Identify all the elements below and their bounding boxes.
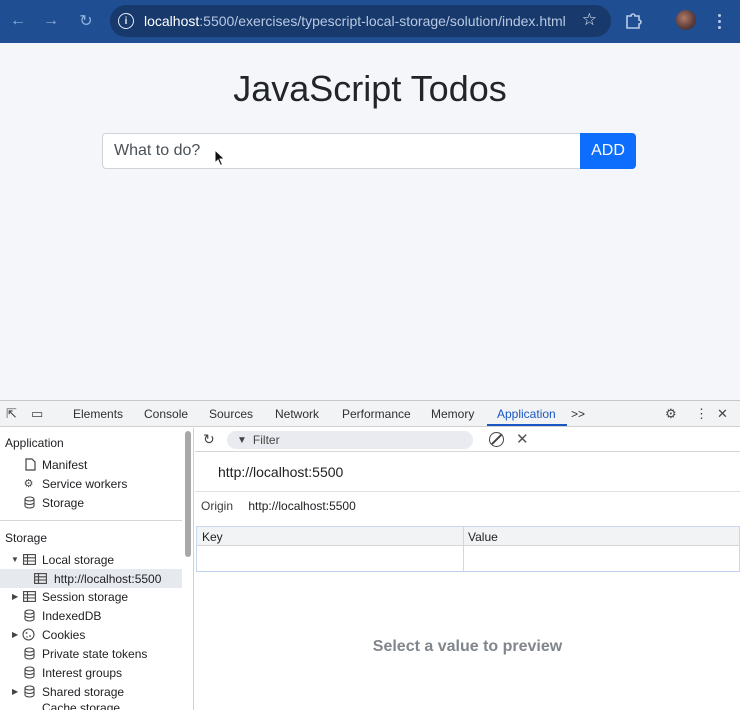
filter-placeholder: Filter xyxy=(252,433,280,447)
tab-memory[interactable]: Memory xyxy=(431,407,474,421)
sidebar-item-cache-storage[interactable]: Cache storage xyxy=(0,700,182,710)
cookie-icon xyxy=(22,628,35,641)
url-host: localhost xyxy=(144,13,200,29)
sidebar-item-label: Interest groups xyxy=(42,665,123,680)
todo-input[interactable] xyxy=(102,133,581,169)
sidebar-item-label: IndexedDB xyxy=(42,608,102,623)
tab-sources[interactable]: Sources xyxy=(209,407,253,421)
sidebar-item-service-workers[interactable]: ⚙ Service workers xyxy=(0,474,182,493)
sidebar-item-cookies[interactable]: ▶ Cookies xyxy=(0,625,182,644)
profile-avatar[interactable] xyxy=(676,10,696,30)
sidebar-section-storage: Storage xyxy=(5,531,48,545)
sidebar-section-application: Application xyxy=(5,436,64,450)
sidebar-item-label: Storage xyxy=(42,495,85,510)
sidebar-item-label: Session storage xyxy=(42,589,129,604)
sidebar-item-label: Shared storage xyxy=(42,684,125,699)
devtools-panel: ⇱ ▭ Elements Console Sources Network Per… xyxy=(0,400,740,710)
collapsed-arrow-icon[interactable]: ▶ xyxy=(12,630,18,639)
tab-application[interactable]: Application xyxy=(497,407,556,421)
origin-row: Origin http://localhost:5500 xyxy=(201,499,356,513)
storage-toolbar: ↻ ▼ Filter ✕ xyxy=(195,428,740,452)
filter-funnel-icon: ▼ xyxy=(237,434,247,446)
sidebar-item-localhost-origin[interactable]: http://localhost:5500 xyxy=(0,569,182,588)
sidebar-item-label: Cache storage xyxy=(42,701,121,710)
url-path: :5500/exercises/typescript-local-storage… xyxy=(199,13,566,29)
tab-network[interactable]: Network xyxy=(275,407,319,421)
column-header-key[interactable]: Key xyxy=(202,530,223,544)
close-devtools-icon[interactable]: ✕ xyxy=(717,406,728,422)
database-icon xyxy=(23,685,36,698)
bookmark-star-icon[interactable]: ☆ xyxy=(582,10,597,30)
more-tabs-icon[interactable]: >> xyxy=(571,407,585,421)
extensions-puzzle-icon[interactable] xyxy=(624,9,644,31)
table-header: Key Value xyxy=(197,527,739,546)
sidebar-item-interest-groups[interactable]: Interest groups xyxy=(0,663,182,682)
table-grid-icon xyxy=(23,590,36,603)
column-header-value[interactable]: Value xyxy=(468,530,498,544)
sidebar-item-label: http://localhost:5500 xyxy=(54,571,162,586)
database-icon xyxy=(23,647,36,660)
browser-menu-icon[interactable] xyxy=(712,8,726,34)
tab-elements[interactable]: Elements xyxy=(73,407,123,421)
clear-all-icon[interactable] xyxy=(489,432,504,447)
table-grid-icon xyxy=(34,572,47,585)
application-sidebar: Application Manifest ⚙ Service workers S… xyxy=(0,428,194,710)
site-info-icon[interactable]: i xyxy=(118,13,134,29)
delete-selected-icon[interactable]: ✕ xyxy=(516,430,529,448)
tab-performance[interactable]: Performance xyxy=(342,407,411,421)
storage-main-pane: ↻ ▼ Filter ✕ http://localhost:5500 Origi… xyxy=(195,428,740,710)
origin-heading: http://localhost:5500 xyxy=(218,464,344,480)
sidebar-divider xyxy=(0,520,182,521)
settings-gear-icon[interactable]: ⚙ xyxy=(665,406,677,422)
page-title: JavaScript Todos xyxy=(233,68,507,109)
sidebar-item-manifest[interactable]: Manifest xyxy=(0,455,182,474)
table-row[interactable] xyxy=(197,571,739,572)
origin-divider xyxy=(195,491,740,492)
sidebar-item-session-storage[interactable]: ▶ Session storage xyxy=(0,587,182,606)
collapsed-arrow-icon[interactable]: ▶ xyxy=(12,592,18,601)
collapsed-arrow-icon[interactable]: ▶ xyxy=(12,687,18,696)
browser-toolbar: ← → ↻ i localhost:5500/exercises/typescr… xyxy=(0,0,740,43)
preview-placeholder: Select a value to preview xyxy=(372,638,563,655)
database-icon xyxy=(23,609,36,622)
sidebar-item-label: Cookies xyxy=(42,627,86,642)
gears-icon: ⚙ xyxy=(23,478,34,490)
device-toolbar-icon[interactable]: ▭ xyxy=(31,406,43,422)
devtools-tabbar: ⇱ ▭ Elements Console Sources Network Per… xyxy=(0,401,740,427)
add-button[interactable]: ADD xyxy=(580,133,636,169)
table-grid-icon xyxy=(23,553,36,566)
sidebar-item-shared-storage[interactable]: ▶ Shared storage xyxy=(0,682,182,701)
expanded-arrow-icon[interactable]: ▼ xyxy=(11,555,19,564)
document-icon xyxy=(24,458,37,471)
database-icon xyxy=(23,666,36,679)
sidebar-scrollbar[interactable] xyxy=(185,431,191,557)
sidebar-item-label: Service workers xyxy=(42,476,128,491)
devtools-menu-icon[interactable]: ⋮ xyxy=(695,406,708,422)
database-icon xyxy=(23,496,36,509)
sidebar-item-label: Manifest xyxy=(42,457,88,472)
inspect-element-icon[interactable]: ⇱ xyxy=(6,406,17,422)
key-value-table[interactable]: Key Value xyxy=(196,526,740,572)
sidebar-item-label: Private state tokens xyxy=(42,646,148,661)
reload-icon[interactable]: ↻ xyxy=(73,8,99,34)
tab-console[interactable]: Console xyxy=(144,407,188,421)
column-divider xyxy=(463,527,464,571)
address-bar[interactable]: i localhost:5500/exercises/typescript-lo… xyxy=(110,5,611,37)
active-tab-indicator xyxy=(487,424,567,426)
origin-label: Origin xyxy=(201,499,234,513)
origin-value: http://localhost:5500 xyxy=(248,499,356,513)
page-viewport: JavaScript Todos ADD xyxy=(0,43,740,400)
sidebar-item-label: Local storage xyxy=(42,552,115,567)
sidebar-item-local-storage[interactable]: ▼ Local storage xyxy=(0,550,182,569)
back-arrow-icon[interactable]: ← xyxy=(5,8,31,34)
filter-input[interactable]: ▼ Filter xyxy=(227,431,473,449)
mouse-cursor-icon xyxy=(214,149,226,167)
sidebar-item-private-state-tokens[interactable]: Private state tokens xyxy=(0,644,182,663)
forward-arrow-icon[interactable]: → xyxy=(38,8,64,34)
sidebar-item-storage[interactable]: Storage xyxy=(0,493,182,512)
refresh-icon[interactable]: ↻ xyxy=(203,431,215,448)
sidebar-item-indexeddb[interactable]: IndexedDB xyxy=(0,606,182,625)
